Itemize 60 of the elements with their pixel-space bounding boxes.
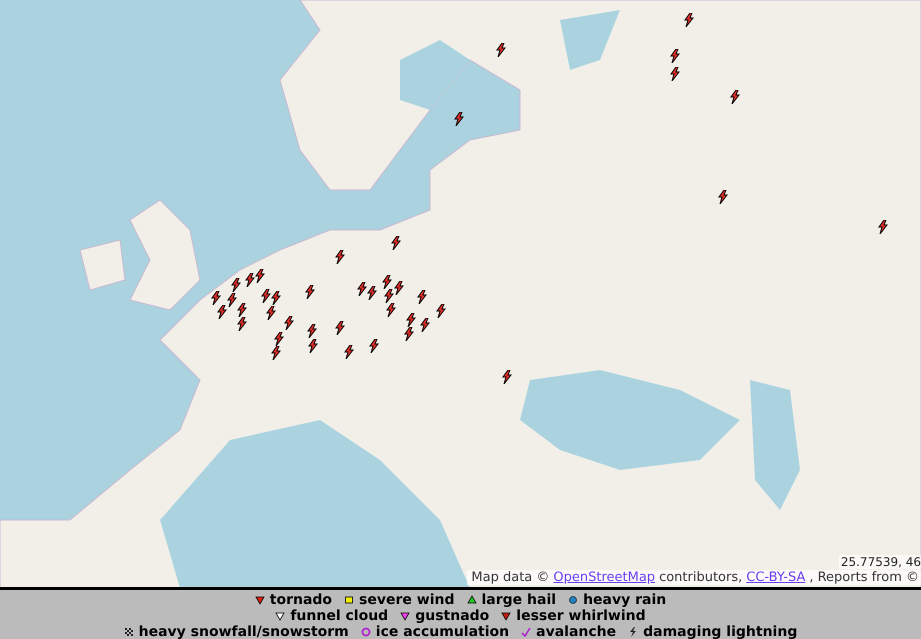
legend-label: heavy rain [583, 592, 666, 608]
lightning-icon[interactable] [231, 278, 241, 292]
lightning-icon[interactable] [237, 317, 247, 331]
lightning-icon[interactable] [255, 269, 265, 283]
lightning-icon[interactable] [344, 345, 354, 359]
lightning-icon[interactable] [227, 293, 237, 307]
lightning-icon[interactable] [718, 190, 728, 204]
attribution-text: , Reports from © [809, 570, 919, 585]
lightning-icon[interactable] [305, 285, 315, 299]
cc-by-sa-link[interactable]: CC-BY-SA [746, 570, 806, 585]
lightning-icon [628, 627, 638, 637]
legend-label: gustnado [415, 608, 490, 624]
lightning-icon[interactable] [217, 305, 227, 319]
lightning-icon[interactable] [308, 339, 318, 353]
openstreetmap-link[interactable]: OpenStreetMap [553, 570, 656, 585]
lightning-icon[interactable] [237, 303, 247, 317]
lightning-icon[interactable] [384, 289, 394, 303]
lightning-icon[interactable] [266, 306, 276, 320]
lightning-icon[interactable] [284, 316, 294, 330]
lightning-icon[interactable] [391, 236, 401, 250]
lightning-icon[interactable] [271, 291, 281, 305]
lightning-icon[interactable] [454, 112, 464, 126]
lightning-icon[interactable] [670, 67, 680, 81]
lightning-icon[interactable] [436, 304, 446, 318]
lightning-icon[interactable] [386, 303, 396, 317]
legend-label: severe wind [359, 592, 454, 608]
lightning-icon[interactable] [670, 49, 680, 63]
lightning-icon[interactable] [357, 282, 367, 296]
legend-label: damaging lightning [643, 624, 798, 639]
lightning-icon[interactable] [307, 324, 317, 338]
legend-label: large hail [482, 592, 556, 608]
lightning-icon[interactable] [502, 370, 512, 384]
legend-label: funnel cloud [290, 608, 388, 624]
legend-label: ice accumulation [376, 624, 510, 639]
legend-label: avalanche [536, 624, 616, 639]
lightning-icon[interactable] [335, 321, 345, 335]
lightning-icon[interactable] [404, 327, 414, 341]
lightning-icon[interactable] [367, 286, 377, 300]
lightning-icon[interactable] [261, 289, 271, 303]
lightning-icon[interactable] [335, 250, 345, 264]
lightning-icon[interactable] [496, 43, 506, 57]
lightning-icon[interactable] [878, 220, 888, 234]
lightning-icon[interactable] [417, 290, 427, 304]
lightning-icon[interactable] [271, 346, 281, 360]
attribution-text: Map data © [471, 570, 550, 585]
legend-label: tornado [270, 592, 332, 608]
lightning-icon[interactable] [382, 275, 392, 289]
coordinates-text: 25.77539, 46 [838, 555, 921, 569]
lightning-icon[interactable] [369, 339, 379, 353]
lightning-icon[interactable] [730, 90, 740, 104]
lightning-icon[interactable] [394, 281, 404, 295]
lightning-icon[interactable] [211, 291, 221, 305]
lightning-icon[interactable] [245, 273, 255, 287]
lightning-icon[interactable] [406, 313, 416, 327]
lightning-icon[interactable] [420, 318, 430, 332]
legend-label: heavy snowfall/snowstorm [138, 624, 349, 639]
legend-label: lesser whirlwind [516, 608, 646, 624]
lightning-icon[interactable] [274, 332, 284, 346]
lightning-icon[interactable] [684, 13, 694, 27]
attribution-text: contributors, [659, 570, 742, 585]
